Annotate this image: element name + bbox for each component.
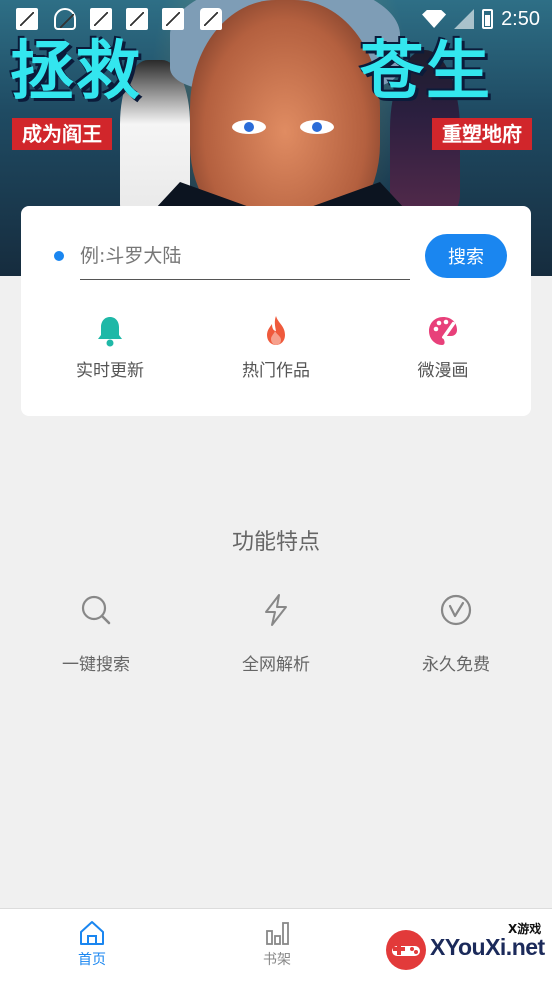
features-title: 功能特点: [231, 530, 320, 555]
bar-chart-icon: [266, 922, 289, 945]
status-bar: 2:50: [0, 0, 552, 38]
search-card: 搜索 实时更新 热门作品 微漫画: [21, 206, 531, 416]
feature-label: 永久免费: [422, 655, 490, 675]
feature-full-network-parse: 全网解析: [211, 592, 341, 675]
quick-link-label: 微漫画: [417, 361, 469, 381]
nav-item-label: 首页: [78, 952, 106, 968]
app-notification-icon: [90, 8, 112, 30]
quick-link-micro-comics[interactable]: 微漫画: [383, 314, 503, 381]
nav-item-bookshelf[interactable]: 书架: [237, 919, 317, 969]
quick-link-label: 实时更新: [76, 361, 144, 381]
search-input[interactable]: [80, 236, 410, 280]
palette-icon: [429, 317, 457, 345]
lightning-icon: [265, 594, 287, 626]
banner-ribbon-right: 重塑地府: [432, 118, 532, 150]
app-notification-icon: [126, 8, 148, 30]
gamepad-logo-icon: [386, 930, 426, 970]
bell-icon: [98, 317, 122, 347]
battery-icon: [482, 9, 494, 29]
search-icon: [81, 595, 111, 625]
search-button[interactable]: 搜索: [425, 234, 507, 278]
checkmark-circle-icon: [440, 594, 472, 626]
cell-signal-icon: [454, 9, 475, 29]
quick-link-hot-works[interactable]: 热门作品: [216, 314, 336, 381]
quick-link-realtime-update[interactable]: 实时更新: [50, 314, 170, 381]
nav-item-label: 书架: [263, 952, 291, 968]
feature-label: 一键搜索: [62, 655, 130, 675]
banner-eye-right: [300, 120, 334, 134]
quick-link-label: 热门作品: [242, 361, 310, 381]
search-indicator-dot: [54, 251, 64, 261]
watermark-brand: XYouXi.net: [430, 934, 545, 960]
feature-permanently-free: 永久免费: [391, 592, 521, 675]
nav-item-home[interactable]: 首页: [52, 919, 132, 969]
flame-icon: [267, 316, 285, 345]
app-notification-icon: [162, 8, 184, 30]
banner-ribbon-left: 成为阎王: [12, 118, 112, 150]
status-time: 2:50: [501, 7, 540, 30]
feature-one-click-search: 一键搜索: [31, 592, 161, 675]
wifi-icon: [422, 10, 447, 28]
app-notification-icon: [16, 8, 38, 30]
banner-eye-left: [232, 120, 266, 134]
feature-label: 全网解析: [242, 655, 310, 675]
app-notification-icon: [200, 8, 222, 30]
home-icon: [80, 921, 104, 945]
app-notification-icon: [54, 8, 76, 30]
status-bar-system-icons: 2:50: [422, 6, 540, 32]
site-watermark: X游戏 XYouXi.net: [384, 920, 546, 976]
